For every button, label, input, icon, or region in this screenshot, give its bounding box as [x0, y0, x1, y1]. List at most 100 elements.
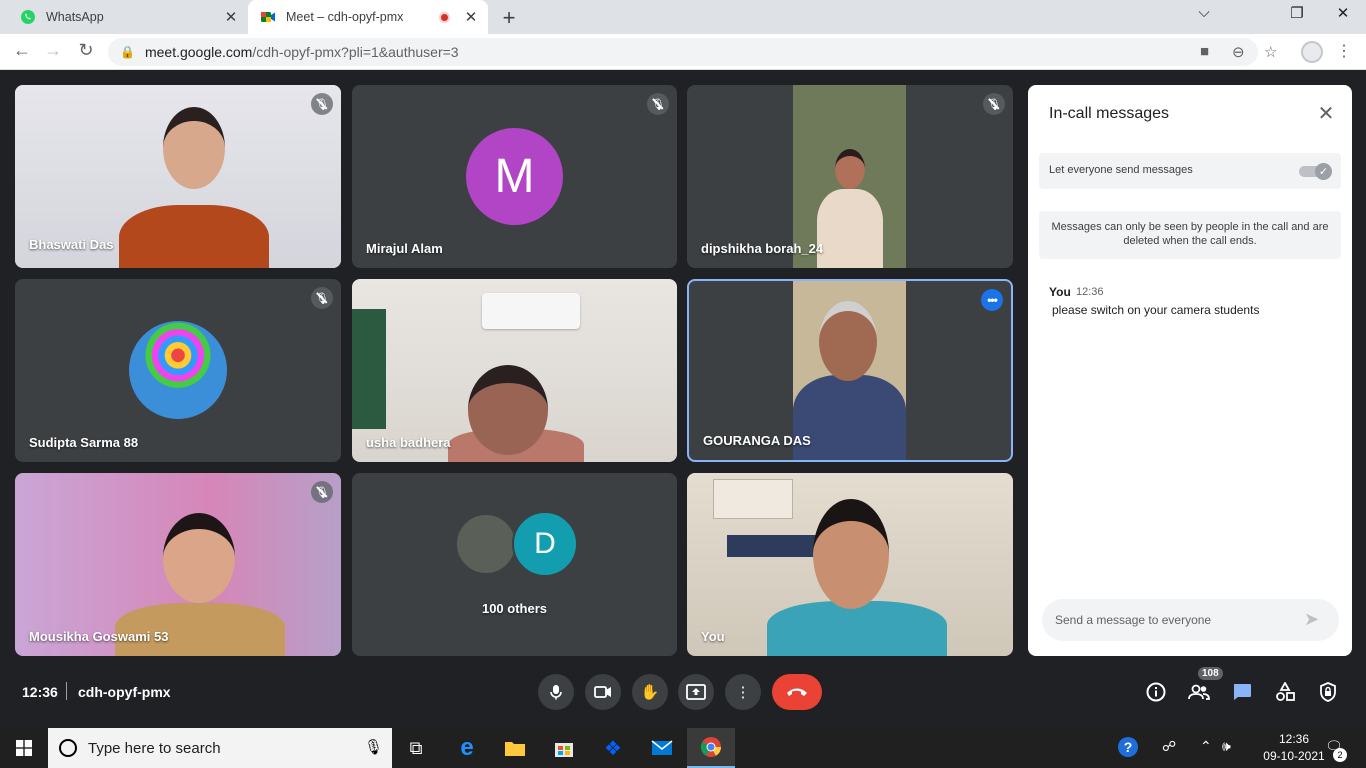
mic-off-icon: 🎙 [311, 287, 333, 309]
tab-close-icon[interactable]: ✕ [460, 8, 482, 26]
url-path: /cdh-opyf-pmx?pli=1&authuser=3 [252, 44, 459, 60]
chevron-up-icon[interactable]: ⌃ [1200, 738, 1212, 755]
volume-icon[interactable]: 🕪 [1222, 738, 1231, 755]
video-person-head [835, 149, 865, 189]
forward-arrow-icon[interactable]: → [41, 40, 65, 61]
file-explorer-icon[interactable] [491, 728, 539, 768]
zoom-icon[interactable]: ⊖ [1232, 43, 1245, 61]
mail-icon[interactable] [638, 728, 686, 768]
people-count-badge: 108 [1198, 667, 1223, 680]
tab-meet[interactable]: Meet – cdh-opyf-pmx ✕ [248, 0, 488, 34]
whatsapp-icon [21, 10, 35, 24]
search-icon [59, 739, 77, 757]
chat-message-input[interactable] [1042, 599, 1339, 641]
reload-icon[interactable]: ↻ [74, 40, 98, 61]
dropbox-icon[interactable]: ❖ [589, 728, 637, 768]
help-icon[interactable]: ? [1117, 736, 1139, 761]
host-controls-icon[interactable] [1315, 679, 1341, 705]
participant-tile[interactable]: 🎙 Mousikha Goswami 53 [15, 473, 341, 656]
participant-name: Sudipta Sarma 88 [29, 435, 139, 450]
restore-button[interactable]: ❐ [1277, 4, 1317, 22]
taskbar-search-box[interactable]: 🎙 [48, 728, 392, 768]
chat-permission-label: Let everyone send messages [1049, 164, 1193, 176]
message-time: 12:36 [1076, 286, 1104, 298]
participant-name: dipshikha borah_24 [701, 241, 824, 256]
mic-off-icon: 🎙 [311, 481, 333, 503]
participant-tile[interactable]: 🎙 Sudipta Sarma 88 [15, 279, 341, 462]
task-view-icon[interactable]: ⧉ [392, 728, 440, 768]
participant-tile[interactable]: D 100 others [352, 473, 677, 656]
participant-name: Mousikha Goswami 53 [29, 629, 169, 644]
address-bar[interactable]: 🔒 meet.google.com/cdh-opyf-pmx?pli=1&aut… [108, 38, 1258, 66]
bookmark-star-icon[interactable]: ☆ [1264, 43, 1277, 61]
profile-avatar[interactable] [1301, 41, 1323, 63]
taskbar-clock-date[interactable]: 09-10-2021 [1259, 749, 1329, 763]
camera-button[interactable] [585, 674, 621, 710]
avatar [455, 513, 517, 575]
end-call-icon [787, 688, 807, 696]
wall-board [352, 309, 386, 429]
more-options-icon[interactable]: ••• [981, 289, 1003, 311]
chat-panel: In-call messages ✕ Let everyone send mes… [1028, 85, 1352, 656]
participant-tile[interactable]: 🎙 Bhaswati Das [15, 85, 341, 268]
activities-icon[interactable] [1272, 679, 1298, 705]
avatar [129, 321, 227, 419]
notification-count-badge: 2 [1333, 748, 1347, 762]
raise-hand-button[interactable]: ✋ [632, 674, 668, 710]
browser-menu-icon[interactable]: ⋮ [1336, 41, 1352, 61]
chrome-icon[interactable] [687, 728, 735, 768]
svg-text:?: ? [1124, 739, 1133, 755]
video-person-head [813, 499, 889, 609]
video-camera-icon [594, 686, 611, 698]
taskbar-clock-time[interactable]: 12:36 [1264, 732, 1324, 746]
video-person [817, 189, 883, 268]
divider [66, 682, 67, 700]
new-tab-button[interactable]: + [498, 5, 520, 31]
meeting-details-icon[interactable] [1143, 679, 1169, 705]
lock-icon: 🔒 [120, 45, 135, 59]
video-person-head [163, 107, 225, 189]
air-conditioner [482, 293, 580, 329]
edge-icon[interactable]: e [443, 728, 491, 768]
store-icon[interactable] [540, 728, 588, 768]
video-person-head [819, 301, 877, 381]
participant-tile[interactable]: usha badhera [352, 279, 677, 462]
windows-start-button[interactable] [0, 728, 48, 768]
tab-close-icon[interactable]: ✕ [220, 8, 242, 26]
chat-privacy-notice: Messages can only be seen by people in t… [1039, 211, 1341, 259]
avatar: D [512, 511, 578, 577]
present-screen-button[interactable] [678, 674, 714, 710]
send-icon[interactable]: ➤ [1304, 609, 1319, 630]
camera-permission-icon[interactable]: ■ [1200, 43, 1209, 60]
microphone-icon[interactable]: 🎙 [364, 738, 383, 756]
close-icon[interactable]: ✕ [1314, 101, 1338, 126]
participant-tile[interactable]: M 🎙 Mirajul Alam [352, 85, 677, 268]
mic-off-icon: 🎙 [311, 93, 333, 115]
participant-tile[interactable]: 🎙 dipshikha borah_24 [687, 85, 1013, 268]
microphone-button[interactable] [538, 674, 574, 710]
participant-tile[interactable]: ••• GOURANGA DAS [687, 279, 1013, 462]
people-tray-icon[interactable]: ☍ [1162, 738, 1176, 755]
more-vert-icon: ⋮ [735, 684, 751, 701]
chat-panel-title: In-call messages [1049, 105, 1170, 122]
tab-whatsapp[interactable]: WhatsApp ✕ [8, 0, 248, 34]
chat-icon[interactable] [1229, 679, 1255, 705]
window-close-button[interactable]: ✕ [1323, 4, 1363, 22]
mic-off-icon: 🎙 [983, 93, 1005, 115]
self-view-tile[interactable]: You [687, 473, 1013, 656]
windows-logo-icon [16, 740, 32, 756]
back-arrow-icon[interactable]: ← [10, 40, 34, 61]
participant-name: Mirajul Alam [366, 241, 443, 256]
taskbar-search-input[interactable] [88, 739, 338, 757]
more-options-button[interactable]: ⋮ [725, 674, 761, 710]
leave-call-button[interactable] [772, 674, 822, 710]
microphone-icon [550, 685, 562, 700]
minimize-button[interactable]: ⌵ [1184, 4, 1224, 21]
chat-permission-row: Let everyone send messages ✓ [1039, 153, 1341, 189]
people-icon[interactable] [1186, 679, 1212, 705]
checkmark-icon: ✓ [1315, 163, 1332, 180]
google-meet-icon [261, 12, 275, 22]
chat-permission-toggle[interactable]: ✓ [1299, 163, 1332, 180]
tab-title: Meet – cdh-opyf-pmx [286, 10, 404, 24]
url-host: meet.google.com [144, 44, 253, 60]
